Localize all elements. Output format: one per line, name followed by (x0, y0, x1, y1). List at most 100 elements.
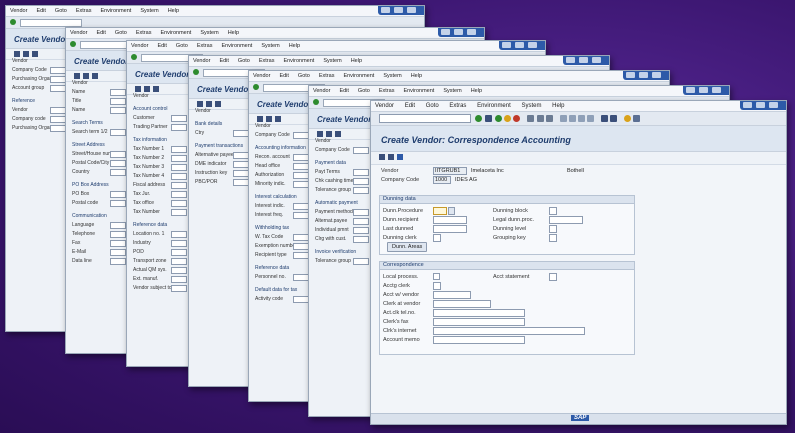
new-session-icon[interactable] (601, 115, 608, 122)
input-field[interactable] (293, 172, 309, 179)
menu-item-environment[interactable]: Environment (403, 88, 434, 94)
menu-item-help[interactable]: Help (351, 58, 362, 64)
menu-item-help[interactable]: Help (552, 103, 564, 109)
last-dunned-input[interactable] (433, 225, 467, 233)
cancel-icon[interactable] (513, 115, 520, 122)
print-icon[interactable] (527, 115, 534, 122)
menu-item-system[interactable]: System (323, 58, 341, 64)
menu-item-environment[interactable]: Environment (221, 43, 252, 49)
input-field[interactable] (110, 191, 126, 198)
toolbar-icon[interactable] (266, 116, 272, 122)
input-field[interactable] (171, 231, 187, 238)
menu-item-extras[interactable]: Extras (449, 103, 466, 109)
input-field[interactable] (171, 200, 187, 207)
menu-item-goto[interactable]: Goto (298, 73, 310, 79)
menu-item-edit[interactable]: Edit (339, 88, 348, 94)
input-field[interactable] (353, 258, 369, 265)
enter-icon[interactable] (313, 99, 319, 105)
menu-item-goto[interactable]: Goto (55, 8, 67, 14)
input-field[interactable] (110, 258, 126, 265)
input-field[interactable] (233, 130, 249, 137)
input-field[interactable] (233, 179, 249, 186)
input-field[interactable] (353, 227, 369, 234)
menu-item-vendor[interactable]: Vendor (253, 73, 270, 79)
other-vendor-icon[interactable] (379, 154, 385, 160)
dunning-clerk-input[interactable] (433, 234, 441, 242)
input-field[interactable] (171, 285, 187, 292)
input-field[interactable] (171, 276, 187, 283)
menu-item-goto[interactable]: Goto (238, 58, 250, 64)
find-next-icon[interactable] (546, 115, 553, 122)
input-field[interactable] (293, 296, 309, 303)
menu-item-environment[interactable]: Environment (100, 8, 131, 14)
shortcut-icon[interactable] (610, 115, 617, 122)
input-field[interactable] (293, 203, 309, 210)
menu-item-extras[interactable]: Extras (379, 88, 395, 94)
menu-item-edit[interactable]: Edit (279, 73, 288, 79)
toolbar-icon[interactable] (74, 73, 80, 79)
window-controls[interactable] (740, 101, 786, 110)
menu-item-system[interactable]: System (200, 30, 218, 36)
dunn-procedure-input[interactable] (433, 207, 447, 215)
toolbar-icon[interactable] (83, 73, 89, 79)
enter-icon[interactable] (475, 115, 482, 122)
menu-item-edit[interactable]: Edit (157, 43, 166, 49)
input-field[interactable] (50, 125, 66, 132)
menu-item-goto[interactable]: Goto (426, 103, 439, 109)
menu-item-extras[interactable]: Extras (136, 30, 152, 36)
toolbar-icon[interactable] (257, 116, 263, 122)
toolbar-icon[interactable] (197, 101, 203, 107)
grouping-key-input[interactable] (549, 234, 557, 242)
input-field[interactable] (171, 124, 187, 131)
next-page-icon[interactable] (578, 115, 585, 122)
acct-statement-input[interactable] (549, 273, 557, 281)
enter-icon[interactable] (253, 84, 259, 90)
window-controls[interactable] (623, 71, 669, 80)
toolbar-icon[interactable] (144, 86, 150, 92)
menu-item-help[interactable]: Help (411, 73, 422, 79)
menu-item-vendor[interactable]: Vendor (70, 30, 87, 36)
toolbar-icon[interactable] (14, 51, 20, 57)
menu-item-system[interactable]: System (261, 43, 279, 49)
menu-item-extras[interactable]: Extras (197, 43, 213, 49)
input-field[interactable] (293, 274, 309, 281)
input-field[interactable] (110, 89, 126, 96)
menu-item-vendor[interactable]: Vendor (131, 43, 148, 49)
enter-icon[interactable] (193, 69, 199, 75)
input-field[interactable] (353, 178, 369, 185)
menu-item-vendor[interactable]: Vendor (10, 8, 27, 14)
menu-item-edit[interactable]: Edit (36, 8, 45, 14)
last-page-icon[interactable] (587, 115, 594, 122)
exit-icon[interactable] (504, 115, 511, 122)
clerk-internet-input[interactable] (433, 327, 585, 335)
input-field[interactable] (233, 161, 249, 168)
toolbar-icon[interactable] (215, 101, 221, 107)
input-field[interactable] (110, 240, 126, 247)
clerk-tel-input[interactable] (433, 309, 525, 317)
toolbar-icon[interactable] (32, 51, 38, 57)
input-field[interactable] (293, 132, 309, 139)
window-controls[interactable] (438, 28, 484, 37)
menu-item-help[interactable]: Help (168, 8, 179, 14)
input-field[interactable] (50, 107, 66, 114)
menu-item-help[interactable]: Help (471, 88, 482, 94)
input-field[interactable] (293, 243, 309, 250)
window-controls[interactable] (563, 56, 609, 65)
input-field[interactable] (233, 170, 249, 177)
menu-item-vendor[interactable]: Vendor (313, 88, 330, 94)
menu-item-system[interactable]: System (383, 73, 401, 79)
input-field[interactable] (50, 76, 66, 83)
layout-menu-icon[interactable] (633, 115, 640, 122)
menu-item-extras[interactable]: Extras (259, 58, 275, 64)
input-field[interactable] (353, 218, 369, 225)
prev-page-icon[interactable] (569, 115, 576, 122)
clerk-fax-input[interactable] (433, 318, 525, 326)
menu-item-extras[interactable]: Extras (319, 73, 335, 79)
input-field[interactable] (110, 160, 126, 167)
input-field[interactable] (293, 252, 309, 259)
menu-item-edit[interactable]: Edit (405, 103, 415, 109)
menu-item-goto[interactable]: Goto (358, 88, 370, 94)
menu-item-extras[interactable]: Extras (76, 8, 92, 14)
local-process-checkbox[interactable] (433, 273, 440, 280)
input-field[interactable] (353, 209, 369, 216)
